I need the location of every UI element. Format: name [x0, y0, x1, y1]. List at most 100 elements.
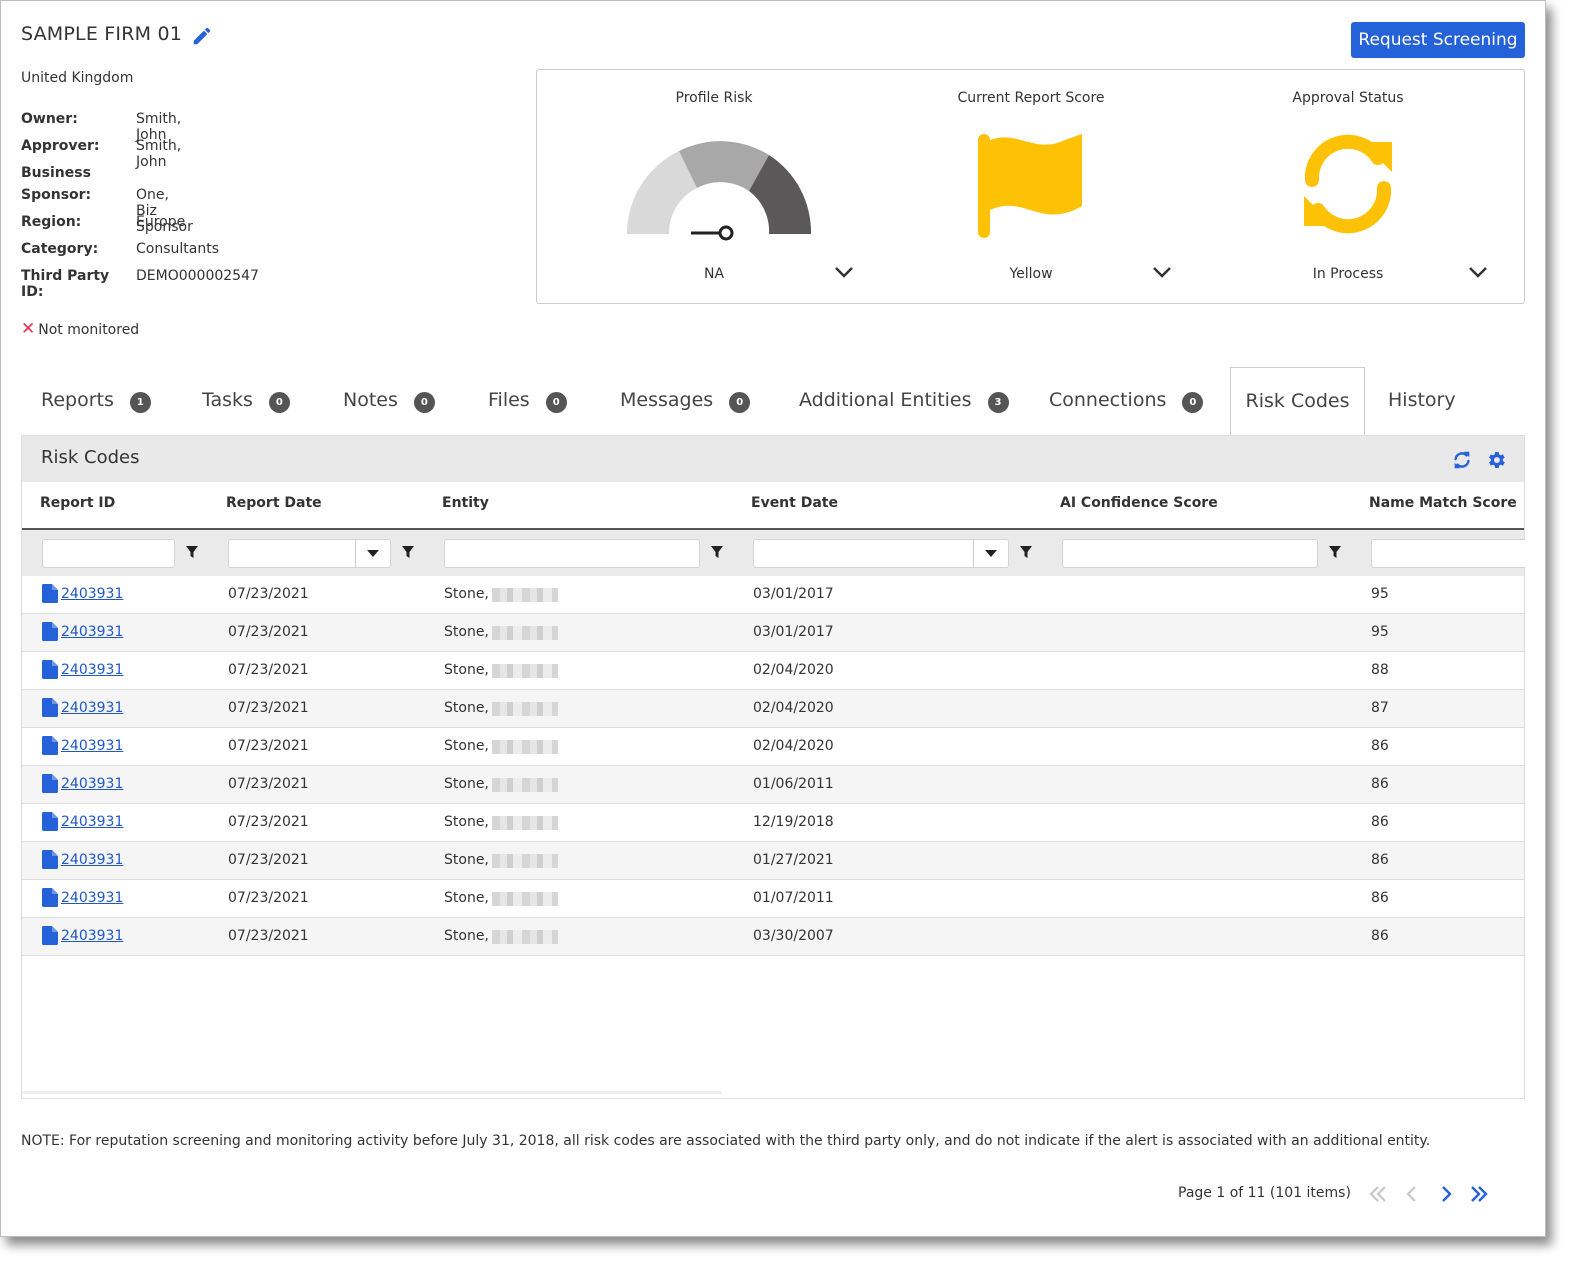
- column-header-report-id[interactable]: Report ID: [40, 495, 115, 511]
- column-header-name-match-score[interactable]: Name Match Score: [1369, 495, 1517, 511]
- filter-input-ai-confidence[interactable]: [1062, 539, 1318, 568]
- redacted-name: [492, 816, 558, 830]
- last-page-icon[interactable]: [1468, 1184, 1490, 1204]
- tab-label: Risk Codes: [1245, 390, 1350, 412]
- tab-reports[interactable]: Reports 1: [41, 367, 151, 435]
- name-match-cell: 86: [1371, 738, 1389, 754]
- redacted-name: [492, 740, 558, 754]
- report-date-cell: 07/23/2021: [228, 776, 309, 792]
- column-header-report-date[interactable]: Report Date: [226, 495, 322, 511]
- report-id-link[interactable]: 2403931: [61, 738, 123, 754]
- chevron-down-icon[interactable]: [834, 265, 854, 279]
- request-screening-button[interactable]: Request Screening: [1351, 22, 1525, 58]
- column-header-row: Report ID Report Date Entity Event Date …: [22, 482, 1524, 530]
- report-id-link[interactable]: 2403931: [61, 928, 123, 944]
- document-icon[interactable]: [42, 850, 58, 869]
- table-row: 2403931 07/23/2021 Stone, 01/07/2011 86: [22, 880, 1524, 918]
- filter-row: [22, 530, 1525, 576]
- card-value: In Process: [1312, 266, 1384, 282]
- filter-icon[interactable]: [401, 545, 415, 559]
- entity-cell: Stone,: [444, 700, 489, 716]
- document-icon[interactable]: [42, 774, 58, 793]
- report-id-link[interactable]: 2403931: [61, 814, 123, 830]
- tab-label: Tasks: [202, 389, 253, 411]
- chevron-down-icon[interactable]: [1468, 265, 1488, 279]
- document-icon[interactable]: [42, 584, 58, 603]
- event-date-cell: 03/01/2017: [753, 624, 834, 640]
- redacted-name: [492, 664, 558, 678]
- filter-icon[interactable]: [1019, 545, 1033, 559]
- tab-risk-codes[interactable]: Risk Codes: [1230, 367, 1365, 435]
- name-match-cell: 86: [1371, 890, 1389, 906]
- name-match-cell: 86: [1371, 928, 1389, 944]
- filter-input-report-id[interactable]: [42, 539, 175, 568]
- horizontal-scrollbar[interactable]: [22, 1091, 722, 1094]
- tab-count-badge: 0: [413, 392, 435, 413]
- document-icon[interactable]: [42, 888, 58, 907]
- next-page-icon[interactable]: [1435, 1184, 1457, 1204]
- report-date-cell: 07/23/2021: [228, 852, 309, 868]
- report-date-cell: 07/23/2021: [228, 890, 309, 906]
- report-date-cell: 07/23/2021: [228, 586, 309, 602]
- tab-files[interactable]: Files 0: [488, 367, 567, 435]
- info-label: Business: [21, 165, 91, 181]
- filter-icon[interactable]: [185, 545, 199, 559]
- chevron-down-icon[interactable]: [1152, 265, 1172, 279]
- tab-label: Additional Entities: [799, 389, 972, 411]
- filter-date-dropdown[interactable]: [973, 539, 1009, 568]
- column-header-ai-confidence-score[interactable]: AI Confidence Score: [1060, 495, 1218, 511]
- refresh-icon[interactable]: [1451, 449, 1473, 471]
- document-icon[interactable]: [42, 698, 58, 717]
- grid-title: Risk Codes: [41, 447, 140, 468]
- report-date-cell: 07/23/2021: [228, 928, 309, 944]
- gear-icon[interactable]: [1485, 449, 1507, 471]
- table-row: 2403931 07/23/2021 Stone, 02/04/2020 88: [22, 652, 1524, 690]
- event-date-cell: 02/04/2020: [753, 700, 834, 716]
- edit-pencil-icon[interactable]: [191, 25, 213, 47]
- document-icon[interactable]: [42, 622, 58, 641]
- filter-input-event-date[interactable]: [753, 539, 974, 568]
- report-date-cell: 07/23/2021: [228, 700, 309, 716]
- document-icon[interactable]: [42, 926, 58, 945]
- tab-additional-entities[interactable]: Additional Entities 3: [799, 367, 1009, 435]
- approval-status-card[interactable]: Approval Status In Process: [1183, 70, 1513, 305]
- report-id-link[interactable]: 2403931: [61, 890, 123, 906]
- tab-label: Reports: [41, 389, 114, 411]
- report-id-link[interactable]: 2403931: [61, 662, 123, 678]
- tab-history[interactable]: History: [1388, 367, 1456, 435]
- first-page-icon[interactable]: [1367, 1184, 1389, 1204]
- tab-count-badge: 0: [729, 392, 751, 413]
- filter-input-name-match[interactable]: [1371, 539, 1525, 568]
- report-id-link[interactable]: 2403931: [61, 776, 123, 792]
- table-row: 2403931 07/23/2021 Stone, 01/27/2021 86: [22, 842, 1524, 880]
- tab-tasks[interactable]: Tasks 0: [202, 367, 290, 435]
- filter-date-dropdown[interactable]: [355, 539, 391, 568]
- document-icon[interactable]: [42, 736, 58, 755]
- filter-input-entity[interactable]: [444, 539, 700, 568]
- filter-icon[interactable]: [710, 545, 724, 559]
- column-header-event-date[interactable]: Event Date: [751, 495, 838, 511]
- report-id-link[interactable]: 2403931: [61, 700, 123, 716]
- report-score-card[interactable]: Current Report Score Yellow: [866, 70, 1196, 305]
- previous-page-icon[interactable]: [1401, 1184, 1423, 1204]
- report-id-link[interactable]: 2403931: [61, 852, 123, 868]
- column-header-entity[interactable]: Entity: [442, 495, 489, 511]
- info-value: Smith, John: [136, 138, 182, 170]
- report-date-cell: 07/23/2021: [228, 662, 309, 678]
- filter-input-report-date[interactable]: [228, 539, 356, 568]
- report-id-link[interactable]: 2403931: [61, 586, 123, 602]
- filter-icon[interactable]: [1328, 545, 1342, 559]
- report-id-link[interactable]: 2403931: [61, 624, 123, 640]
- info-value: Europe: [136, 214, 186, 230]
- tab-notes[interactable]: Notes 0: [343, 367, 435, 435]
- profile-risk-card[interactable]: Profile Risk NA: [549, 70, 879, 305]
- document-icon[interactable]: [42, 812, 58, 831]
- tab-connections[interactable]: Connections 0: [1049, 367, 1204, 435]
- risk-summary-panel: Profile Risk NA Current Report Score Yel…: [536, 69, 1525, 304]
- document-icon[interactable]: [42, 660, 58, 679]
- card-title: Current Report Score: [957, 90, 1105, 106]
- tab-count-badge: 0: [545, 392, 567, 413]
- tab-messages[interactable]: Messages 0: [620, 367, 751, 435]
- tab-count-badge: 0: [1182, 392, 1204, 413]
- report-date-cell: 07/23/2021: [228, 738, 309, 754]
